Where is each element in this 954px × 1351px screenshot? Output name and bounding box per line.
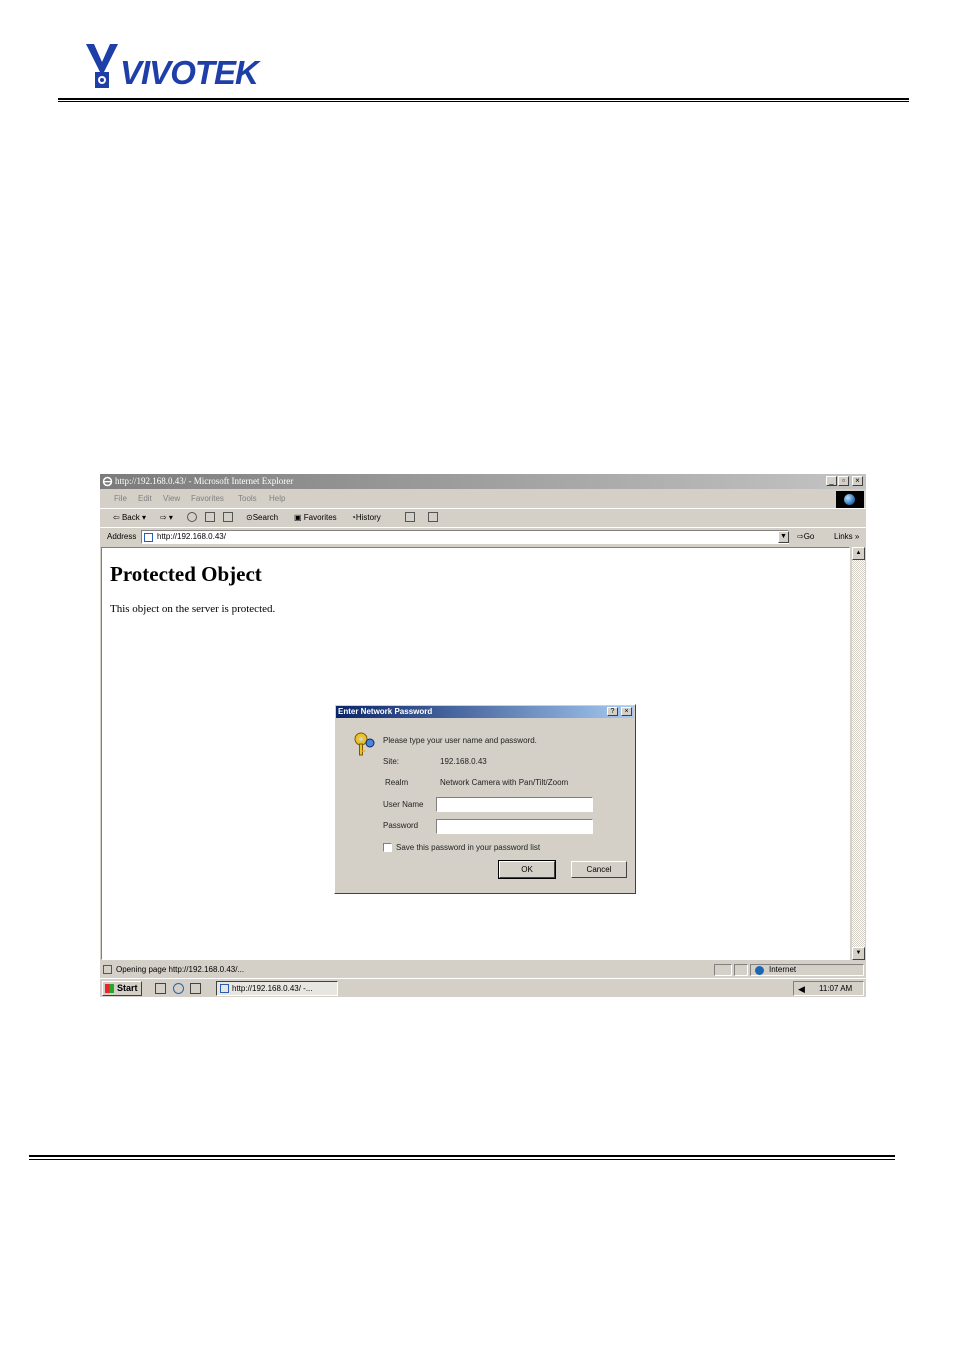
browser-window: http://192.168.0.43/ - Microsoft Interne… bbox=[100, 474, 866, 997]
favorites-label: Favorites bbox=[303, 513, 337, 522]
taskbar-button-ie[interactable]: http://192.168.0.43/ -... bbox=[216, 981, 338, 996]
menu-bar: File Edit View Favorites Tools Help bbox=[100, 490, 866, 507]
password-label: Password bbox=[383, 821, 419, 830]
status-text: Opening page http://192.168.0.43/... bbox=[116, 965, 245, 974]
site-label: Site: bbox=[383, 757, 400, 766]
back-label: Back bbox=[121, 513, 140, 522]
forward-button[interactable]: ⇨ ▾ bbox=[160, 513, 173, 522]
vivotek-logo: VIVOTEK bbox=[84, 42, 294, 92]
save-password-checkbox[interactable] bbox=[383, 843, 392, 852]
windows-flag-icon bbox=[105, 984, 114, 993]
go-button[interactable]: ⇨Go bbox=[797, 532, 814, 541]
address-dropdown-button[interactable]: ▼ bbox=[778, 531, 789, 543]
menu-tools[interactable]: Tools bbox=[238, 494, 257, 503]
menu-favorites[interactable]: Favorites bbox=[191, 494, 224, 503]
start-button[interactable]: Start bbox=[102, 981, 142, 996]
ie-icon bbox=[102, 476, 113, 487]
key-icon bbox=[354, 732, 375, 756]
menu-help[interactable]: Help bbox=[269, 494, 285, 503]
dialog-help-button[interactable]: ? bbox=[607, 707, 618, 716]
window-titlebar: http://192.168.0.43/ - Microsoft Interne… bbox=[100, 474, 866, 489]
internet-zone-icon bbox=[755, 966, 764, 975]
outlook-quicklaunch-icon[interactable] bbox=[190, 983, 201, 994]
menu-edit[interactable]: Edit bbox=[138, 494, 152, 503]
logo-wordmark: VIVOTEK bbox=[120, 54, 259, 91]
history-label: History bbox=[355, 513, 381, 522]
username-label: User Name bbox=[383, 800, 424, 809]
zone-text: Internet bbox=[769, 965, 797, 974]
header-rule bbox=[58, 98, 909, 102]
scroll-up-button[interactable]: ▲ bbox=[852, 547, 865, 560]
restore-button[interactable]: ▫ bbox=[838, 476, 849, 486]
minimize-button[interactable]: _ bbox=[826, 476, 837, 486]
globe-icon bbox=[844, 494, 855, 505]
back-button[interactable]: ⇦ Back ▾ bbox=[113, 513, 146, 522]
refresh-icon[interactable] bbox=[205, 512, 215, 522]
history-button[interactable]: ◔History bbox=[351, 513, 381, 522]
status-cell-progress bbox=[714, 964, 732, 976]
page-content: Protected Object This object on the serv… bbox=[101, 547, 850, 960]
mail-icon[interactable] bbox=[405, 512, 415, 522]
go-label: Go bbox=[803, 532, 815, 541]
stop-icon[interactable] bbox=[187, 512, 197, 522]
favorites-button[interactable]: ▣ Favorites bbox=[294, 513, 337, 522]
footer-rule bbox=[29, 1155, 895, 1160]
dialog-title: Enter Network Password bbox=[338, 707, 433, 716]
ie-throbber bbox=[836, 491, 864, 508]
close-button[interactable]: × bbox=[852, 476, 863, 486]
address-bar: Address http://192.168.0.43/ ▼ ⇨Go Links… bbox=[100, 527, 866, 546]
dialog-prompt: Please type your user name and password. bbox=[383, 736, 537, 745]
camera-logo-icon bbox=[86, 44, 118, 88]
show-desktop-icon[interactable] bbox=[155, 983, 166, 994]
task-ie-icon bbox=[220, 984, 229, 993]
username-input[interactable] bbox=[436, 797, 593, 812]
ie-quicklaunch-icon[interactable] bbox=[173, 983, 184, 994]
status-bar: Opening page http://192.168.0.43/... Int… bbox=[100, 962, 866, 977]
cancel-button[interactable]: Cancel bbox=[571, 861, 627, 878]
dialog-titlebar: Enter Network Password bbox=[336, 706, 634, 718]
print-icon[interactable] bbox=[428, 512, 438, 522]
search-button[interactable]: ⊙Search bbox=[246, 513, 278, 522]
realm-value: Network Camera with Pan/Tilt/Zoom bbox=[440, 778, 569, 787]
ok-button[interactable]: OK bbox=[498, 860, 556, 879]
search-label: Search bbox=[252, 513, 279, 522]
realm-label: Realm bbox=[385, 778, 409, 787]
status-page-icon bbox=[103, 965, 112, 974]
page-text: This object on the server is protected. bbox=[110, 603, 276, 615]
password-input[interactable] bbox=[436, 819, 593, 834]
vertical-scrollbar[interactable]: ▲ ▼ bbox=[852, 547, 865, 960]
status-cell-secure bbox=[734, 964, 748, 976]
address-value: http://192.168.0.43/ bbox=[157, 532, 226, 541]
links-label: Links bbox=[834, 532, 853, 541]
start-label: Start bbox=[117, 983, 138, 993]
address-label: Address bbox=[107, 532, 137, 541]
page-icon bbox=[144, 533, 153, 542]
menu-file[interactable]: File bbox=[114, 494, 127, 503]
save-password-label[interactable]: Save this password in your password list bbox=[396, 843, 540, 852]
menu-view[interactable]: View bbox=[163, 494, 180, 503]
system-tray: ◀ 11:07 AM bbox=[793, 981, 864, 996]
status-cell-zone bbox=[750, 964, 864, 976]
standard-toolbar: ⇦ Back ▾ ⇨ ▾ ⊙Search ▣ Favorites ◔Histor… bbox=[100, 508, 866, 527]
volume-icon[interactable]: ◀ bbox=[798, 984, 805, 995]
home-icon[interactable] bbox=[223, 512, 233, 522]
page-heading: Protected Object bbox=[110, 562, 262, 586]
address-input[interactable]: http://192.168.0.43/ bbox=[141, 530, 789, 544]
clock: 11:07 AM bbox=[819, 984, 853, 993]
dialog-close-button[interactable]: × bbox=[621, 707, 632, 716]
links-button[interactable]: Links » bbox=[834, 532, 859, 541]
network-password-dialog: Enter Network Password ? × Please type y… bbox=[334, 704, 636, 894]
window-title: http://192.168.0.43/ - Microsoft Interne… bbox=[115, 476, 294, 486]
site-value: 192.168.0.43 bbox=[440, 757, 487, 766]
task-label: http://192.168.0.43/ -... bbox=[232, 984, 313, 993]
scroll-down-button[interactable]: ▼ bbox=[852, 947, 865, 960]
taskbar: Start http://192.168.0.43/ -... ◀ 11:07 … bbox=[100, 978, 866, 998]
